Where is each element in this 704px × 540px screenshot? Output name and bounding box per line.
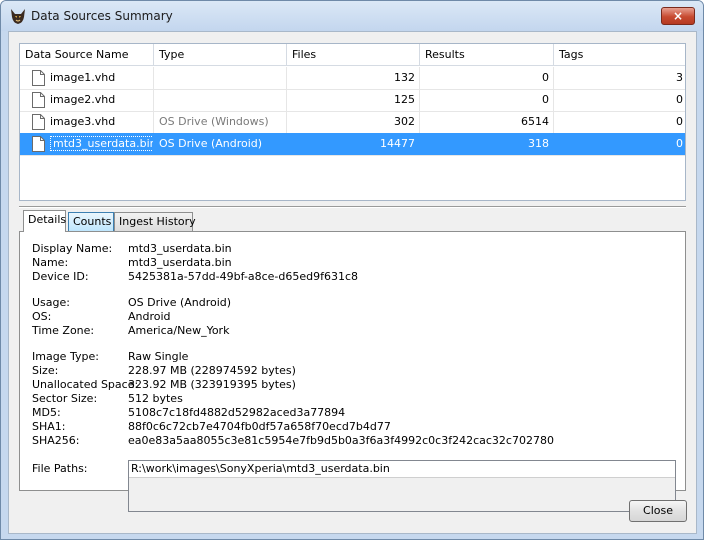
dialog-content: Data Source Name Type Files Results Tags… [8, 31, 697, 534]
tab-details[interactable]: Details [23, 210, 66, 232]
cell-data-source-name: image1.vhd [20, 67, 154, 89]
unallocated-space-label: Unallocated Space: [32, 378, 139, 391]
cell-tags: 0 [676, 115, 683, 128]
cell-type [154, 67, 287, 89]
sha256-value: ea0e83a5aa8055c3e81c5954e7fb9d5b0a3f6a3f… [128, 434, 554, 447]
usage-label: Usage: [32, 296, 70, 309]
size-value: 228.97 MB (228974592 bytes) [128, 364, 296, 377]
table-row[interactable]: image1.vhd 132 0 3 [20, 67, 685, 89]
file-path-item[interactable]: R:\work\images\SonyXperia\mtd3_userdata.… [129, 461, 675, 478]
time-zone-value: America/New_York [128, 324, 230, 337]
os-value: Android [128, 310, 171, 323]
cell-files: 14477 [287, 133, 420, 155]
display-name-label: Display Name: [32, 242, 113, 255]
file-icon [32, 114, 45, 130]
image-type-value: Raw Single [128, 350, 189, 363]
file-paths-list[interactable]: R:\work\images\SonyXperia\mtd3_userdata.… [128, 460, 676, 512]
table-row[interactable]: mtd3_userdata.bin OS Drive (Android) 14477… [20, 133, 685, 155]
md5-label: MD5: [32, 406, 61, 419]
cell-type: OS Drive (Windows) [154, 111, 287, 133]
device-id-label: Device ID: [32, 270, 89, 283]
details-panel: Display Name: mtd3_userdata.bin Name: mt… [19, 231, 686, 512]
image-type-label: Image Type: [32, 350, 99, 363]
cell-data-source-name: mtd3_userdata.bin [20, 133, 154, 155]
column-header-results[interactable]: Results [420, 44, 554, 66]
cell-results: 318 [420, 133, 554, 155]
tab-ingest-history[interactable]: Ingest History [114, 212, 196, 231]
sha1-label: SHA1: [32, 420, 66, 433]
display-name-value: mtd3_userdata.bin [128, 242, 232, 255]
file-icon [32, 136, 45, 152]
time-zone-label: Time Zone: [32, 324, 95, 337]
sector-size-label: Sector Size: [32, 392, 98, 405]
table-row[interactable]: image3.vhd OS Drive (Windows) 302 6514 0 [20, 111, 685, 133]
cell-results: 6514 [420, 111, 554, 133]
window-title: Data Sources Summary [31, 9, 173, 23]
cell-tags: 3 [676, 71, 683, 84]
usage-value: OS Drive (Android) [128, 296, 232, 309]
unallocated-space-value: 323.92 MB (323919395 bytes) [128, 378, 296, 391]
cell-results: 0 [420, 67, 554, 89]
column-header-files[interactable]: Files [287, 44, 420, 66]
cell-tags: 0 [676, 93, 683, 106]
cell-files: 302 [287, 111, 420, 133]
cell-type [154, 89, 287, 111]
data-source-name: image2.vhd [50, 93, 116, 106]
os-label: OS: [32, 310, 52, 323]
close-button[interactable]: Close [629, 500, 687, 522]
data-source-name: mtd3_userdata.bin [50, 136, 153, 151]
size-label: Size: [32, 364, 59, 377]
data-sources-summary-window: Data Sources Summary × Data Source Name … [0, 0, 704, 540]
name-label: Name: [32, 256, 69, 269]
cell-files: 132 [287, 67, 420, 89]
sha1-value: 88f0c6c72cb7e4704fb0df57a658f70ecd7b4d77 [128, 420, 391, 433]
data-source-name: image3.vhd [50, 115, 116, 128]
file-icon [32, 92, 45, 108]
autopsy-dog-icon [11, 9, 25, 24]
cell-type: OS Drive (Android) [154, 133, 287, 155]
row-separator [20, 155, 685, 156]
column-header-data-source-name[interactable]: Data Source Name [20, 44, 154, 66]
file-paths-label: File Paths: [32, 462, 88, 475]
column-header-tags[interactable]: Tags [554, 44, 685, 66]
cell-files: 125 [287, 89, 420, 111]
tab-counts[interactable]: Counts [68, 212, 114, 231]
file-icon [32, 70, 45, 86]
column-header-type[interactable]: Type [154, 44, 287, 66]
data-sources-table[interactable]: Data Source Name Type Files Results Tags… [19, 43, 686, 201]
cell-results: 0 [420, 89, 554, 111]
window-close-button[interactable]: × [661, 7, 695, 25]
md5-value: 5108c7c18fd4882d52982aced3a77894 [128, 406, 346, 419]
data-source-name: image1.vhd [50, 71, 116, 84]
split-pane-divider[interactable] [19, 206, 686, 208]
cell-data-source-name: image2.vhd [20, 89, 154, 111]
device-id-value: 5425381a-57dd-49bf-a8ce-d65ed9f631c8 [128, 270, 359, 283]
table-row[interactable]: image2.vhd 125 0 0 [20, 89, 685, 111]
title-bar[interactable]: Data Sources Summary × [1, 1, 703, 31]
name-value: mtd3_userdata.bin [128, 256, 232, 269]
cell-data-source-name: image3.vhd [20, 111, 154, 133]
cell-tags: 0 [676, 137, 683, 150]
table-header: Data Source Name Type Files Results Tags [20, 44, 685, 66]
sector-size-value: 512 bytes [128, 392, 183, 405]
sha256-label: SHA256: [32, 434, 80, 447]
